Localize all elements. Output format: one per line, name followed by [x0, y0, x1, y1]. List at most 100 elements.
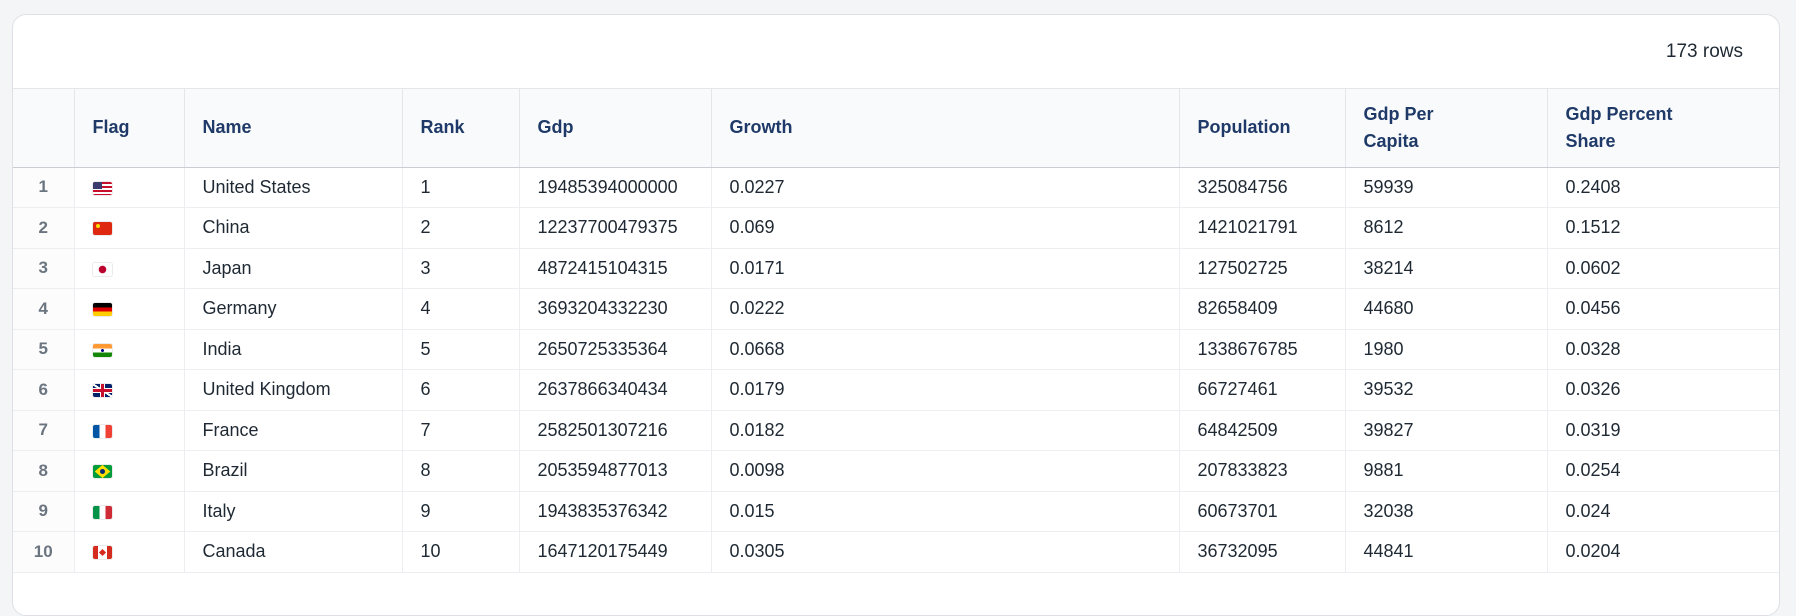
country-name: Japan: [184, 248, 403, 289]
flag-cell: [74, 491, 185, 532]
gdp-per-capita-cell: 32038: [1345, 491, 1548, 532]
table-row[interactable]: 2 China 2 12237700479375 0.069 1421021791 8612…: [13, 207, 1779, 249]
population-cell: 66727461: [1179, 369, 1346, 411]
population-cell: 127502725: [1179, 248, 1346, 289]
gdp-cell: 1647120175449: [519, 531, 712, 573]
gdp-cell: 2650725335364: [519, 329, 712, 370]
gdp-per-capita-cell: 44841: [1345, 531, 1548, 573]
flag-cell: [74, 329, 185, 370]
table-row[interactable]: 3 Japan 3 4872415104315 0.0171 127502725 38214…: [13, 248, 1779, 289]
rank-cell: 4: [402, 288, 520, 330]
column-header-flag[interactable]: Flag: [74, 89, 185, 168]
column-header-gdp-per-capita[interactable]: Gdp Per Capita: [1345, 89, 1548, 168]
flag-icon: [92, 343, 112, 357]
row-index: 6: [13, 369, 75, 411]
row-index: 4: [13, 288, 75, 330]
column-header-name[interactable]: Name: [184, 89, 403, 168]
flag-cell: [74, 450, 185, 492]
country-name: China: [184, 207, 403, 249]
rank-cell: 10: [402, 531, 520, 573]
growth-cell: 0.0182: [711, 410, 1180, 451]
table-row[interactable]: 10 Canada 10 1647120175449 0.0305 36732095 448…: [13, 531, 1779, 573]
row-index: 8: [13, 450, 75, 492]
flag-icon: [92, 505, 112, 519]
table-row[interactable]: 5 India 5 2650725335364 0.0668 1338676785 1980…: [13, 329, 1779, 370]
population-cell: 325084756: [1179, 167, 1346, 208]
population-cell: 36732095: [1179, 531, 1346, 573]
table-row[interactable]: 6 United Kingdom 6 2637866340434 0.0179 66727…: [13, 369, 1779, 411]
gdp-percent-share-cell: 0.0204: [1547, 531, 1779, 573]
column-header-index[interactable]: [13, 89, 75, 168]
flag-icon: [92, 424, 112, 438]
gdp-cell: 12237700479375: [519, 207, 712, 249]
growth-cell: 0.0098: [711, 450, 1180, 492]
gdp-per-capita-cell: 44680: [1345, 288, 1548, 330]
gdp-per-capita-cell: 8612: [1345, 207, 1548, 249]
flag-icon: [92, 546, 112, 559]
table-row[interactable]: 9 Italy 9 1943835376342 0.015 60673701 32038 0.…: [13, 491, 1779, 532]
gdp-per-capita-cell: 1980: [1345, 329, 1548, 370]
row-index: 7: [13, 410, 75, 451]
gdp-percent-share-cell: 0.0602: [1547, 248, 1779, 289]
flag-cell: [74, 369, 185, 411]
table-row[interactable]: 4 Germany 4 3693204332230 0.0222 82658409 4468…: [13, 288, 1779, 330]
growth-cell: 0.015: [711, 491, 1180, 532]
gdp-cell: 2637866340434: [519, 369, 712, 411]
gdp-cell: 19485394000000: [519, 167, 712, 208]
gdp-percent-share-cell: 0.0328: [1547, 329, 1779, 370]
flag-cell: [74, 410, 185, 451]
country-name: Italy: [184, 491, 403, 532]
gdp-cell: 2053594877013: [519, 450, 712, 492]
column-header-gdp-percent-share[interactable]: Gdp Percent Share: [1547, 89, 1779, 168]
country-name: Germany: [184, 288, 403, 330]
growth-cell: 0.0222: [711, 288, 1180, 330]
gdp-cell: 3693204332230: [519, 288, 712, 330]
growth-cell: 0.0171: [711, 248, 1180, 289]
gdp-percent-share-cell: 0.2408: [1547, 167, 1779, 208]
gdp-per-capita-cell: 9881: [1345, 450, 1548, 492]
gdp-cell: 2582501307216: [519, 410, 712, 451]
row-count: 173 rows: [1665, 40, 1743, 62]
rank-cell: 6: [402, 369, 520, 411]
column-header-population[interactable]: Population: [1179, 89, 1346, 168]
rank-cell: 7: [402, 410, 520, 451]
population-cell: 1338676785: [1179, 329, 1346, 370]
population-cell: 1421021791: [1179, 207, 1346, 249]
rank-cell: 3: [402, 248, 520, 289]
table-row[interactable]: 8 Brazil 8 2053594877013 0.0098 207833823 9881…: [13, 450, 1779, 492]
gdp-cell: 4872415104315: [519, 248, 712, 289]
flag-icon: [92, 262, 112, 276]
population-cell: 207833823: [1179, 450, 1346, 492]
column-header-gdp[interactable]: Gdp: [519, 89, 712, 168]
growth-cell: 0.0668: [711, 329, 1180, 370]
gdp-percent-share-cell: 0.1512: [1547, 207, 1779, 249]
flag-cell: [74, 248, 185, 289]
gdp-percent-share-cell: 0.0319: [1547, 410, 1779, 451]
growth-cell: 0.0227: [711, 167, 1180, 208]
flag-icon: [92, 303, 112, 316]
gdp-per-capita-cell: 39532: [1345, 369, 1548, 411]
population-cell: 60673701: [1179, 491, 1346, 532]
table-header-row: Flag Name Rank Gdp Growth Population Gdp…: [13, 89, 1779, 168]
table-row[interactable]: 1 United States 1 19485394000000 0.0227 32508…: [13, 167, 1779, 208]
gdp-percent-share-cell: 0.024: [1547, 491, 1779, 532]
data-table: Flag Name Rank Gdp Growth Population Gdp…: [13, 89, 1779, 573]
column-header-growth[interactable]: Growth: [711, 89, 1180, 168]
row-index: 3: [13, 248, 75, 289]
flag-cell: [74, 288, 185, 330]
row-index: 10: [13, 531, 75, 573]
gdp-cell: 1943835376342: [519, 491, 712, 532]
country-name: United Kingdom: [184, 369, 403, 411]
row-index: 2: [13, 207, 75, 249]
country-name: Brazil: [184, 450, 403, 492]
column-header-rank[interactable]: Rank: [402, 89, 520, 168]
table-toolbar: 173 rows: [13, 15, 1779, 89]
row-index: 9: [13, 491, 75, 532]
table-row[interactable]: 7 France 7 2582501307216 0.0182 64842509 39827…: [13, 410, 1779, 451]
flag-cell: [74, 167, 185, 208]
rank-cell: 9: [402, 491, 520, 532]
gdp-percent-share-cell: 0.0326: [1547, 369, 1779, 411]
population-cell: 82658409: [1179, 288, 1346, 330]
flag-icon: [92, 384, 112, 397]
flag-icon: [92, 465, 112, 478]
